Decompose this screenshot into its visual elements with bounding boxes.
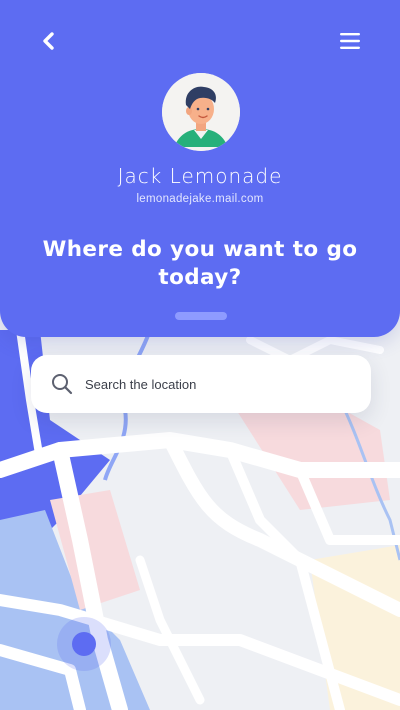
header-panel: Jack Lemonade lemonadejake.mail.com Wher… xyxy=(0,0,400,337)
current-location-marker[interactable] xyxy=(57,617,111,671)
search-icon xyxy=(51,373,73,395)
drag-handle[interactable] xyxy=(175,312,227,320)
user-name: Jack Lemonade xyxy=(117,164,283,188)
current-location-icon xyxy=(72,632,96,656)
hamburger-menu-icon xyxy=(340,33,360,49)
destination-prompt: Where do you want to go today? xyxy=(42,237,358,290)
search-input[interactable] xyxy=(83,375,347,393)
search-bar[interactable] xyxy=(31,355,371,413)
menu-button[interactable] xyxy=(334,27,366,55)
back-button[interactable] xyxy=(34,28,62,54)
user-email: lemonadejake.mail.com xyxy=(136,193,264,205)
user-avatar-icon xyxy=(162,73,240,151)
avatar[interactable] xyxy=(162,73,240,151)
chevron-left-icon xyxy=(43,32,54,50)
